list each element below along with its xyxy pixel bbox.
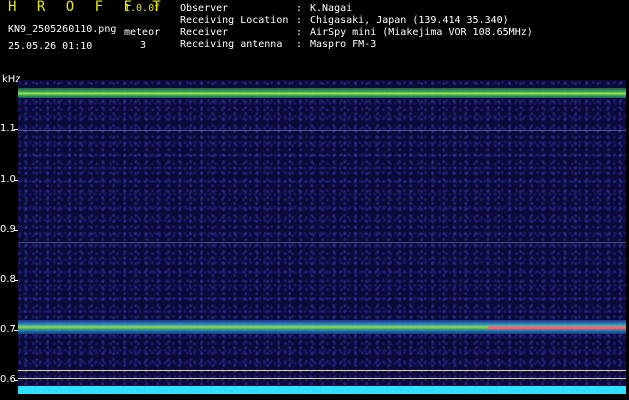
- observer-sep: :: [296, 3, 303, 14]
- grid-line: [18, 378, 626, 379]
- receiver-sep: :: [296, 27, 303, 38]
- signal-band-bottom: [18, 386, 626, 394]
- observer-value: K.Nagai: [310, 3, 353, 14]
- meteor-label: meteor: [124, 27, 161, 38]
- y-tick-mark: [14, 280, 18, 281]
- receiver-label: Receiver: [180, 27, 229, 38]
- location-sep: :: [296, 15, 303, 26]
- file-name: KN9_2505260110.png: [8, 24, 117, 35]
- antenna-label: Receiving antenna: [180, 39, 283, 50]
- antenna-value: Maspro FM-3: [310, 39, 377, 50]
- y-tick-mark: [14, 380, 18, 381]
- location-value: Chigasaki, Japan (139.414 35.340): [310, 15, 509, 26]
- datetime: 25.05.26 01:10: [8, 41, 93, 52]
- meteor-count: 3: [140, 40, 147, 51]
- grid-line: [18, 370, 626, 371]
- signal-trace-overlay: [488, 326, 626, 329]
- grid-line: [18, 242, 626, 243]
- y-tick-mark: [14, 330, 18, 331]
- y-tick-mark: [14, 180, 18, 181]
- y-tick-mark: [14, 230, 18, 231]
- antenna-sep: :: [296, 39, 303, 50]
- app-version: 1.0.0f: [124, 3, 161, 14]
- header-panel: H R O F F T 1.0.0f KN9_2505260110.png me…: [0, 0, 629, 74]
- spectrogram: [18, 80, 626, 394]
- y-tick-mark: [14, 129, 18, 130]
- observer-label: Observer: [180, 3, 229, 14]
- signal-band-top: [18, 88, 626, 98]
- receiver-value: AirSpy mini (Miakejima VOR 108.65MHz): [310, 27, 533, 38]
- grid-line: [18, 130, 626, 131]
- location-label: Receiving Location: [180, 15, 289, 26]
